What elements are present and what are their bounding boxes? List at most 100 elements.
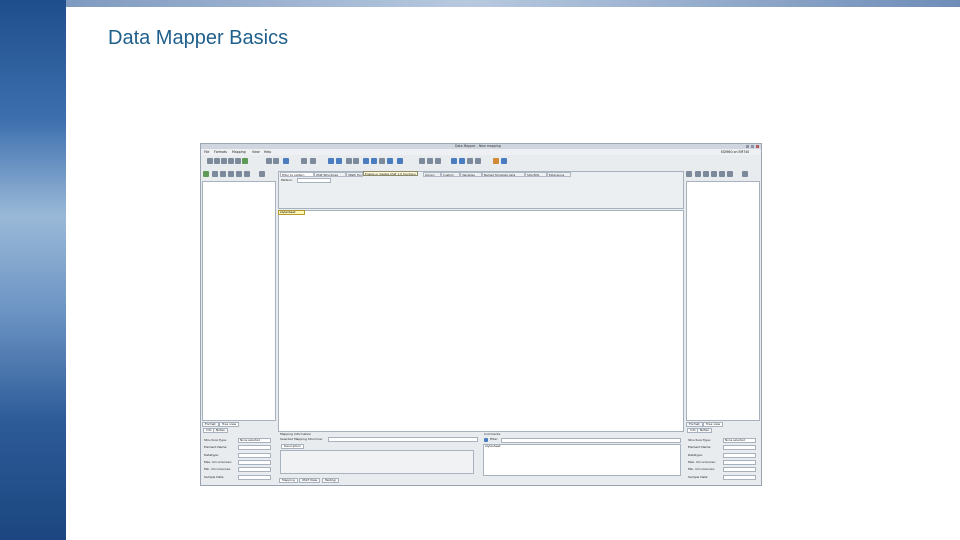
paste-icon[interactable] — [435, 158, 441, 164]
field-sample-data-value[interactable] — [723, 475, 756, 480]
field-element-name-value[interactable] — [723, 445, 756, 450]
xml-icon[interactable] — [397, 158, 403, 164]
menu-view[interactable]: View — [252, 149, 260, 155]
filter-input[interactable] — [501, 438, 681, 443]
field-sample-data-value[interactable] — [238, 475, 271, 480]
redo-icon[interactable] — [273, 158, 279, 164]
tab-tree-view-right[interactable]: Tree view — [703, 422, 724, 427]
field-datatype-value[interactable] — [238, 453, 271, 458]
tab-xpath-functions[interactable]: XPath Functions — [346, 172, 363, 177]
undo-icon[interactable] — [266, 158, 272, 164]
tab-xslt-structures[interactable]: XSLT Structures — [314, 172, 346, 177]
properties-icon[interactable] — [244, 171, 250, 177]
mapping-canvas[interactable] — [278, 210, 684, 432]
field-max-occurrences-value[interactable] — [723, 460, 756, 465]
pattern-input[interactable] — [297, 178, 331, 183]
cut-icon[interactable] — [419, 158, 425, 164]
field-datatype-label: Datatype: — [204, 453, 219, 457]
debug-icon[interactable] — [467, 158, 473, 164]
export-icon[interactable] — [235, 158, 241, 164]
field-min-occurrences-value[interactable] — [238, 467, 271, 472]
open-icon[interactable] — [214, 158, 220, 164]
field-element-name-value[interactable] — [238, 445, 271, 450]
comments-tree-item[interactable]: stylesheet — [485, 444, 501, 449]
tab-format-right[interactable]: Format — [686, 422, 703, 427]
edit-icon[interactable] — [695, 171, 701, 177]
maximize-icon[interactable] — [751, 145, 754, 148]
remove-structure-icon[interactable] — [310, 158, 316, 164]
field-structure-type-label: Structure Type: — [688, 438, 711, 442]
xpath-icon[interactable] — [336, 158, 342, 164]
arrange-icon[interactable] — [379, 158, 385, 164]
description-box[interactable] — [280, 450, 474, 474]
new-mapping-icon[interactable] — [207, 158, 213, 164]
field-structure-type-label: Structure Type: — [204, 438, 227, 442]
tab-named-template-calls[interactable]: Named Template Calls — [482, 172, 525, 177]
tab-testing[interactable]: Testing — [322, 478, 339, 483]
validate-icon[interactable] — [242, 158, 248, 164]
selected-structure-value[interactable] — [328, 437, 478, 442]
tab-format-left[interactable]: Format — [202, 422, 219, 427]
field-datatype-value[interactable] — [723, 453, 756, 458]
tooltip-xslt-functions: Enable or disable XSLT 1.0 functions — [363, 171, 418, 176]
close-icon[interactable] — [756, 145, 759, 148]
tab-variables[interactable]: Variables — [460, 172, 482, 177]
map-icon[interactable] — [371, 158, 377, 164]
tab-mapping[interactable]: Mapping — [279, 478, 298, 483]
info-icon[interactable] — [501, 158, 507, 164]
layout-icon[interactable] — [387, 158, 393, 164]
field-min-occurrences-value[interactable] — [723, 467, 756, 472]
save-as-icon[interactable] — [228, 158, 234, 164]
add-icon[interactable] — [203, 171, 209, 177]
tab-xslt-view[interactable]: XSLT View — [299, 478, 321, 483]
tab-sql-xml[interactable]: SQL/XML — [525, 172, 547, 177]
tree-icon[interactable] — [220, 171, 226, 177]
tab-library[interactable]: Library — [423, 172, 441, 177]
tab-description[interactable]: Description — [281, 444, 305, 449]
schema-icon[interactable] — [719, 171, 725, 177]
function-icon[interactable] — [346, 158, 352, 164]
document-icon[interactable] — [711, 171, 717, 177]
tab-notes-right[interactable]: Notes — [697, 428, 712, 433]
copy-icon[interactable] — [427, 158, 433, 164]
edit-icon[interactable] — [212, 171, 218, 177]
tab-custom[interactable]: Custom — [441, 172, 460, 177]
field-structure-type-value[interactable]: None selected — [238, 438, 271, 443]
properties-icon[interactable] — [727, 171, 733, 177]
output-icon[interactable] — [475, 158, 481, 164]
library-icon[interactable] — [353, 158, 359, 164]
comments-tree[interactable] — [483, 444, 681, 476]
add-icon[interactable] — [686, 171, 692, 177]
tab-notes-left[interactable]: Notes — [213, 428, 228, 433]
menu-formats[interactable]: Formats — [214, 149, 227, 155]
xslt-icon[interactable] — [328, 158, 334, 164]
tree-icon[interactable] — [703, 171, 709, 177]
schema-icon[interactable] — [236, 171, 242, 177]
field-datatype-label: Datatype: — [688, 453, 703, 457]
tab-extensions[interactable]: Extensions — [547, 172, 571, 177]
help-icon[interactable] — [493, 158, 499, 164]
link-icon[interactable] — [363, 158, 369, 164]
stylesheet-node[interactable]: stylesheet — [278, 210, 305, 215]
menu-file[interactable]: File — [204, 149, 209, 155]
run-test-icon[interactable] — [451, 158, 457, 164]
field-max-occurrences-value[interactable] — [238, 460, 271, 465]
right-panel-toolbar — [686, 171, 760, 178]
menu-help[interactable]: Help — [264, 149, 271, 155]
field-structure-type-value[interactable]: None selected — [723, 438, 756, 443]
slide-background-top — [66, 0, 960, 7]
source-tree-panel[interactable] — [202, 181, 276, 421]
tab-tree-view-left[interactable]: Tree view — [219, 422, 240, 427]
field-max-occurrences-label: Max. Occurrences: — [688, 460, 716, 464]
document-icon[interactable] — [228, 171, 234, 177]
save-icon[interactable] — [221, 158, 227, 164]
menu-mapping[interactable]: Mapping — [232, 149, 246, 155]
import-icon[interactable] — [283, 158, 289, 164]
target-tree-panel[interactable] — [686, 181, 760, 421]
tab-filter-by-pattern[interactable]: Filter by pattern — [280, 172, 314, 177]
add-structure-icon[interactable] — [301, 158, 307, 164]
minimize-icon[interactable] — [746, 145, 749, 148]
step-icon[interactable] — [459, 158, 465, 164]
menu-icon[interactable] — [742, 171, 748, 177]
menu-icon[interactable] — [259, 171, 265, 177]
